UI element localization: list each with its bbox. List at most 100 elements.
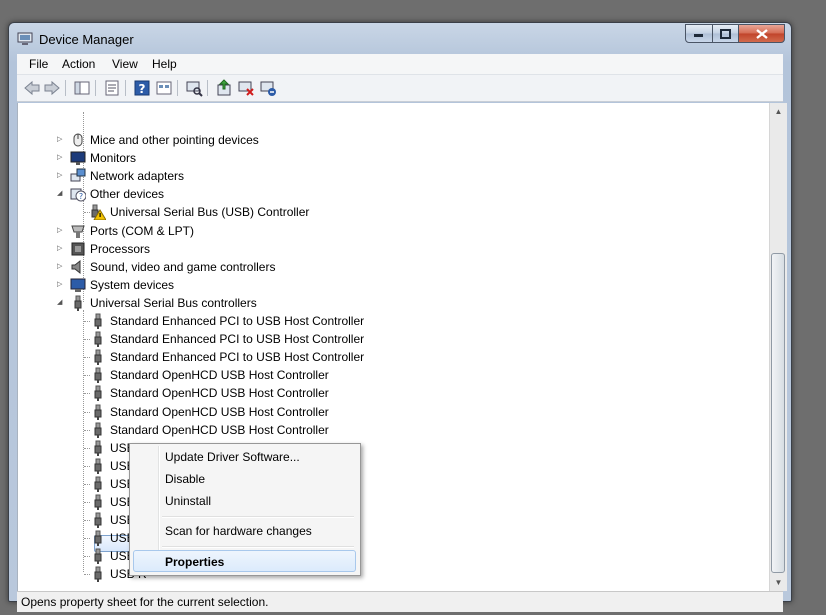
back-arrow-icon[interactable] bbox=[23, 79, 41, 97]
ctx-item-label: Properties bbox=[165, 555, 225, 569]
close-button[interactable] bbox=[738, 24, 785, 43]
properties-icon[interactable] bbox=[103, 79, 121, 97]
maximize-button[interactable] bbox=[712, 24, 739, 43]
scan-hardware-icon[interactable] bbox=[185, 79, 203, 97]
title-bar[interactable]: Device Manager bbox=[9, 23, 791, 53]
menu-view[interactable]: View bbox=[112, 57, 138, 71]
svg-text:?: ? bbox=[79, 192, 83, 201]
tree-row-label: Universal Serial Bus (USB) Controller bbox=[110, 205, 310, 220]
menu-action[interactable]: Action bbox=[62, 57, 95, 71]
ctx-scan-for-hardware-changes[interactable]: Scan for hardware changes bbox=[134, 520, 354, 542]
scroll-thumb[interactable] bbox=[771, 253, 785, 573]
forward-arrow-icon[interactable] bbox=[43, 79, 61, 97]
processor-icon bbox=[71, 242, 85, 256]
ctx-properties[interactable]: Properties bbox=[133, 550, 356, 572]
disable-device-icon[interactable] bbox=[237, 79, 255, 97]
help-icon[interactable]: ? bbox=[133, 79, 151, 97]
expand-arrow-icon[interactable]: ▷ bbox=[57, 154, 65, 162]
usb-plug-icon bbox=[94, 548, 102, 565]
scroll-up-arrow-icon[interactable]: ▲ bbox=[770, 103, 787, 120]
minimize-button[interactable] bbox=[685, 24, 713, 43]
menu-bar: File Action View Help bbox=[17, 54, 783, 75]
toolbar-separator bbox=[177, 80, 178, 96]
port-icon bbox=[71, 225, 85, 238]
tree-connector bbox=[84, 339, 90, 341]
ctx-uninstall[interactable]: Uninstall bbox=[134, 490, 354, 512]
show-hide-console-tree-icon[interactable] bbox=[73, 79, 91, 97]
tree-row[interactable]: ◢ Universal Serial Bus controllers bbox=[18, 294, 758, 312]
tree-row[interactable]: ▷ System devices bbox=[18, 276, 758, 294]
tree-row[interactable]: ▷ Monitors bbox=[18, 149, 758, 167]
toolbar-separator bbox=[125, 80, 126, 96]
tree-row-label: Ports (COM & LPT) bbox=[90, 223, 195, 238]
collapse-arrow-icon[interactable]: ◢ bbox=[57, 190, 65, 198]
vertical-scrollbar[interactable]: ▲ ▼ bbox=[769, 103, 787, 591]
tree-row[interactable]: Standard Enhanced PCI to USB Host Contro… bbox=[18, 348, 758, 366]
update-driver-icon[interactable] bbox=[215, 79, 233, 97]
status-text: Opens property sheet for the current sel… bbox=[21, 595, 269, 609]
tree-row-label: Other devices bbox=[90, 187, 165, 202]
tree-row[interactable]: Standard OpenHCD USB Host Controller bbox=[18, 403, 758, 421]
tree-row[interactable]: Standard Enhanced PCI to USB Host Contro… bbox=[18, 312, 758, 330]
svg-text:?: ? bbox=[139, 82, 146, 96]
tree-row[interactable]: ▷ Network adapters bbox=[18, 167, 758, 185]
usb-plug-icon bbox=[94, 494, 102, 510]
ctx-separator bbox=[162, 546, 354, 548]
tree-row[interactable]: Standard OpenHCD USB Host Controller bbox=[18, 421, 758, 439]
tree-row[interactable]: ▷ Mice and other pointing devices bbox=[18, 131, 758, 149]
ctx-item-label: Disable bbox=[165, 472, 206, 486]
tree-row-label: Standard Enhanced PCI to USB Host Contro… bbox=[110, 332, 365, 347]
usb-plug-icon bbox=[94, 313, 102, 329]
maximize-icon bbox=[713, 25, 738, 42]
tree-row-label: Standard Enhanced PCI to USB Host Contro… bbox=[110, 350, 365, 365]
device-manager-window: Device Manager File Action View Help ? ▷… bbox=[8, 22, 792, 612]
scroll-down-arrow-icon[interactable]: ▼ bbox=[770, 574, 787, 591]
usb-plug-icon bbox=[94, 349, 102, 366]
collapse-arrow-icon[interactable]: ◢ bbox=[57, 299, 65, 307]
tree-row-label: Processors bbox=[90, 241, 151, 256]
tree-row[interactable]: ◢? Other devices bbox=[18, 185, 758, 203]
tree-row[interactable]: ▷ Processors bbox=[18, 240, 758, 258]
tree-row[interactable]: ▷ Ports (COM & LPT) bbox=[18, 222, 758, 240]
ctx-disable[interactable]: Disable bbox=[134, 468, 354, 490]
usb-plug-icon bbox=[94, 331, 102, 348]
usb-plug-icon bbox=[94, 458, 102, 474]
tree-row-label: Standard OpenHCD USB Host Controller bbox=[110, 386, 329, 401]
tree-connector bbox=[84, 483, 90, 486]
ctx-item-label: Update Driver Software... bbox=[165, 450, 300, 464]
minimize-icon bbox=[686, 25, 712, 42]
usb-plug-icon bbox=[94, 367, 102, 384]
tree-connector bbox=[84, 429, 90, 432]
expand-arrow-icon[interactable]: ▷ bbox=[57, 136, 65, 144]
view-icon[interactable] bbox=[155, 79, 173, 97]
usb-plug-icon bbox=[94, 476, 102, 492]
status-bar: Opens property sheet for the current sel… bbox=[17, 591, 783, 612]
monitor-icon bbox=[70, 151, 86, 166]
tree-row-label: Mice and other pointing devices bbox=[90, 133, 259, 147]
tree-connector bbox=[84, 375, 90, 377]
network-adapter-icon bbox=[70, 168, 86, 182]
tree-row-label: Universal Serial Bus controllers bbox=[90, 295, 257, 310]
tree-row[interactable]: Standard OpenHCD USB Host Controller bbox=[18, 384, 758, 402]
tree-row-label: Standard OpenHCD USB Host Controller bbox=[110, 422, 329, 437]
mouse-icon bbox=[73, 133, 83, 147]
tree-row[interactable]: Standard OpenHCD USB Host Controller bbox=[18, 366, 758, 384]
tree-row[interactable]: ▷ Sound, video and game controllers bbox=[18, 258, 758, 276]
expand-arrow-icon[interactable]: ▷ bbox=[57, 245, 65, 253]
tree-row-label: Standard OpenHCD USB Host Controller bbox=[110, 404, 329, 419]
expand-arrow-icon[interactable]: ▷ bbox=[57, 227, 65, 235]
ctx-update-driver-software[interactable]: Update Driver Software... bbox=[134, 446, 354, 468]
expand-arrow-icon[interactable]: ▷ bbox=[57, 263, 65, 271]
usb-plug-icon bbox=[94, 440, 102, 456]
menu-file[interactable]: File bbox=[29, 57, 48, 71]
menu-help[interactable]: Help bbox=[152, 57, 177, 71]
tree-row[interactable]: Standard Enhanced PCI to USB Host Contro… bbox=[18, 330, 758, 348]
tree-connector bbox=[84, 393, 90, 395]
tree-row[interactable]: Universal Serial Bus (USB) Controller bbox=[18, 203, 758, 221]
expand-arrow-icon[interactable]: ▷ bbox=[57, 172, 65, 180]
expand-arrow-icon[interactable]: ▷ bbox=[57, 281, 65, 289]
usb-controller-icon bbox=[74, 295, 82, 311]
ctx-separator bbox=[162, 516, 354, 518]
uninstall-device-icon[interactable] bbox=[259, 79, 277, 97]
usb-plug-icon bbox=[94, 404, 102, 420]
